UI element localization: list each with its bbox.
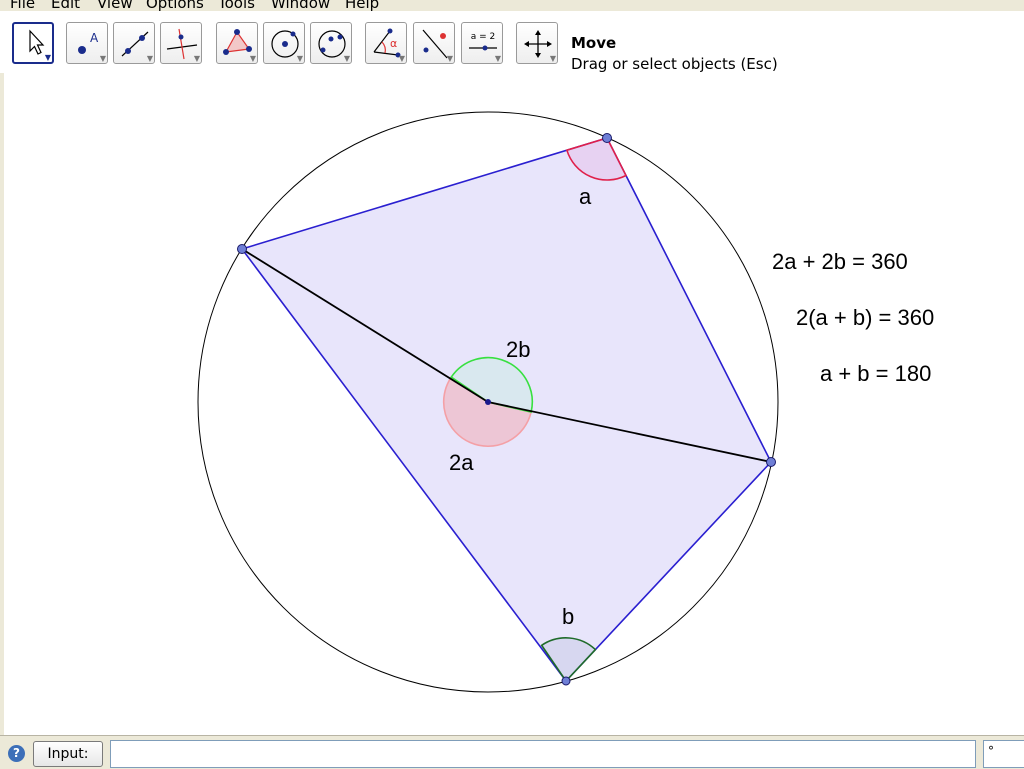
angle-a-label: a bbox=[579, 184, 592, 209]
angle-2a-label: 2a bbox=[449, 450, 474, 475]
vertex-point-bottom[interactable] bbox=[561, 676, 571, 686]
vertex-point-left[interactable] bbox=[237, 244, 247, 254]
input-bar: ? Input: ° bbox=[0, 735, 1024, 769]
vertex-point-top[interactable] bbox=[602, 133, 612, 143]
equation-line-1: 2a + 2b = 360 bbox=[772, 249, 908, 274]
angle-2b-label: 2b bbox=[506, 337, 530, 362]
vertex-point-right[interactable] bbox=[766, 457, 776, 467]
equation-line-3: a + b = 180 bbox=[820, 361, 931, 386]
input-field[interactable] bbox=[110, 740, 976, 768]
help-icon[interactable]: ? bbox=[8, 745, 25, 762]
symbol-picker[interactable]: ° bbox=[983, 740, 1024, 768]
input-label-button[interactable]: Input: bbox=[33, 741, 103, 767]
equation-line-2: 2(a + b) = 360 bbox=[796, 305, 934, 330]
angle-b-label: b bbox=[562, 604, 574, 629]
graphics-view[interactable]: a b 2b 2a 2a + 2b = 360 2(a + b) = 360 a… bbox=[0, 0, 1024, 735]
circle-center-point[interactable] bbox=[485, 399, 491, 405]
